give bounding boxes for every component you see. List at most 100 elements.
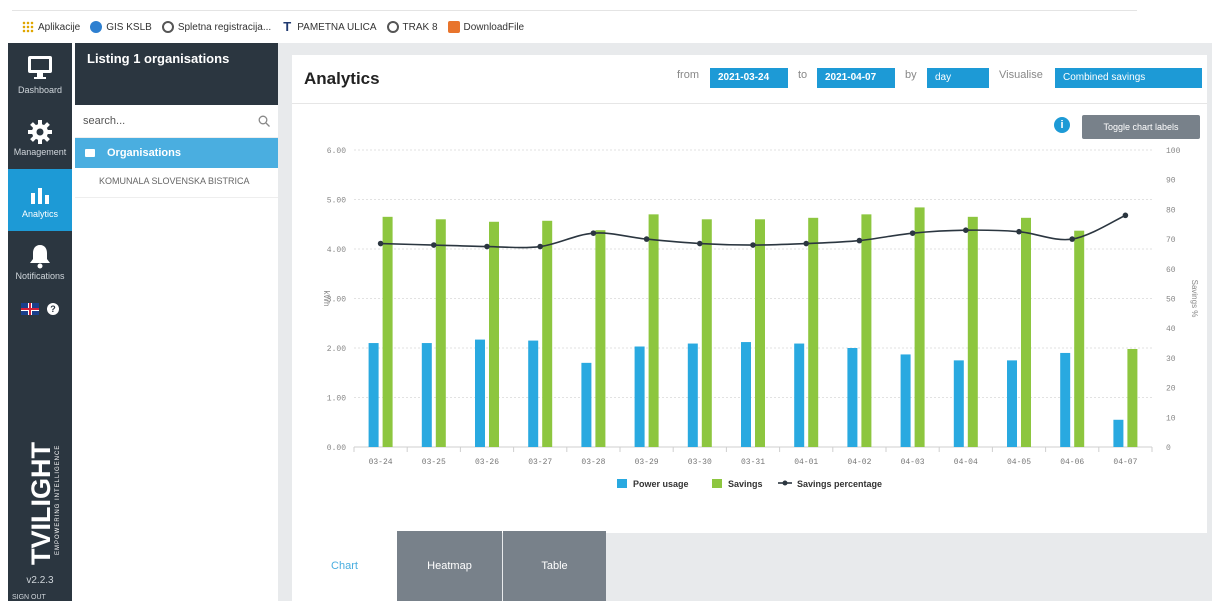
nav-label-analytics: Analytics [21,209,58,219]
bar-power-usage [581,362,592,447]
nav-item-analytics[interactable]: Analytics [8,169,72,231]
bookmark-item[interactable]: DownloadFile [447,21,524,33]
x-tick-label: 04-06 [1060,458,1084,467]
bar-power-usage [900,354,911,447]
bookmark-item[interactable]: TRAK 8 [386,21,438,33]
org-list-item[interactable]: KOMUNALA SLOVENSKA BISTRICA [75,168,278,198]
apps-grid-icon [22,21,34,33]
bar-savings [914,207,925,447]
bookmark-label: GIS KSLB [106,21,152,33]
y2-tick-label: 0 [1166,444,1171,453]
signout-link[interactable]: SIGN OUT [12,594,46,601]
x-tick-label: 03-24 [369,458,393,467]
bar-savings [382,216,393,447]
y-tick-label: 0.00 [327,444,346,453]
y-tick-label: 1.00 [327,395,346,404]
globe-icon [90,21,103,33]
bar-power-usage [475,339,485,447]
bar-power-usage [1007,360,1017,447]
nav-item-notifications[interactable]: Notifications [8,235,72,293]
bookmark-label: PAMETNA ULICA [297,21,377,33]
org-tree-root-label: Organisations [107,147,181,159]
y-tick-label: 2.00 [327,345,346,354]
x-tick-label: 04-01 [794,458,818,467]
nav-item-management[interactable]: Management [8,109,72,167]
bar-power-usage [421,343,432,447]
savings-percentage-point [590,230,597,236]
tab-chart[interactable]: Chart [292,531,397,601]
brand-logo: TVILIGHT EMPOWERING INTELLIGENCE [26,442,61,565]
savings-percentage-point [484,243,490,250]
nav-label-dashboard: Dashboard [17,85,63,95]
bar-power-usage [368,343,379,447]
uk-flag-icon[interactable] [21,303,39,315]
y2-tick-label: 100 [1166,147,1181,156]
savings-percentage-point [1069,236,1075,242]
search-icon[interactable] [258,115,270,127]
legend-swatch-savings [712,479,722,488]
savings-percentage-point [377,240,384,247]
y2-tick-label: 30 [1166,355,1176,364]
bookmark-label: Aplikacije [38,21,81,33]
x-tick-label: 03-26 [475,458,499,467]
y-axis-label: kWh [322,291,331,307]
tab-heatmap[interactable]: Heatmap [397,531,502,601]
y2-axis-label: Savings % [1190,280,1199,318]
nav-item-dashboard[interactable]: Dashboard [8,43,72,105]
analytics-card: Analytics from 2021-03-24 to 2021-04-07 … [292,55,1207,533]
help-icon[interactable]: ? [47,303,59,315]
bar-power-usage [1113,419,1124,447]
y2-tick-label: 60 [1166,266,1176,275]
y-tick-label: 6.00 [327,147,346,156]
bookmark-item[interactable]: T PAMETNA ULICA [281,19,377,34]
x-tick-label: 03-29 [635,458,659,467]
savings-percentage-point [697,240,703,247]
bookmark-label: Spletna registracija... [177,21,272,33]
bar-savings [489,221,499,447]
main-content: Analytics from 2021-03-24 to 2021-04-07 … [288,43,1212,601]
bar-power-usage [634,346,645,447]
gear-icon [28,120,52,144]
bar-savings [542,220,553,447]
savings-percentage-point [909,230,916,236]
bar-power-usage [528,340,539,447]
y2-tick-label: 70 [1166,236,1176,245]
bar-power-usage [953,360,964,447]
bar-chart-icon [31,188,49,204]
x-tick-label: 04-05 [1007,458,1031,467]
y2-tick-label: 40 [1166,325,1176,334]
bar-power-usage [741,342,751,447]
savings-percentage-point [1122,212,1129,219]
savings-percentage-point [803,240,809,247]
y2-tick-label: 10 [1166,414,1176,423]
left-nav: Dashboard Management Analytics Notificat… [8,43,72,601]
bell-icon [30,245,50,269]
brand-name: TVILIGHT [26,442,56,565]
globe-icon [161,21,174,33]
y2-tick-label: 80 [1166,206,1176,215]
savings-percentage-point [643,236,650,242]
org-tree-root[interactable]: Organisations [75,138,278,168]
x-tick-label: 03-25 [422,458,446,467]
bookmark-item[interactable]: GIS KSLB [90,21,152,33]
y-tick-label: 5.00 [327,197,346,206]
t-logo-icon: T [283,19,292,34]
y2-tick-label: 50 [1166,296,1176,305]
org-search-box[interactable]: search... [75,105,278,138]
nav-label-management: Management [13,147,67,157]
bar-power-usage [847,348,858,447]
bar-savings [435,219,446,447]
bookmark-item[interactable]: Aplikacije [22,21,80,33]
x-tick-label: 03-28 [581,458,605,467]
x-tick-label: 04-04 [954,458,978,467]
tab-table[interactable]: Table [503,531,606,601]
brand-tagline: EMPOWERING INTELLIGENCE [55,445,61,555]
bookmark-item[interactable]: Spletna registracija... [161,21,272,33]
savings-percentage-point [750,242,756,248]
x-tick-label: 04-03 [901,458,925,467]
bar-savings [701,219,712,447]
org-search-input[interactable]: search... [83,115,125,127]
bar-savings [755,219,765,447]
bar-power-usage [1060,352,1071,447]
globe-icon [386,21,399,33]
